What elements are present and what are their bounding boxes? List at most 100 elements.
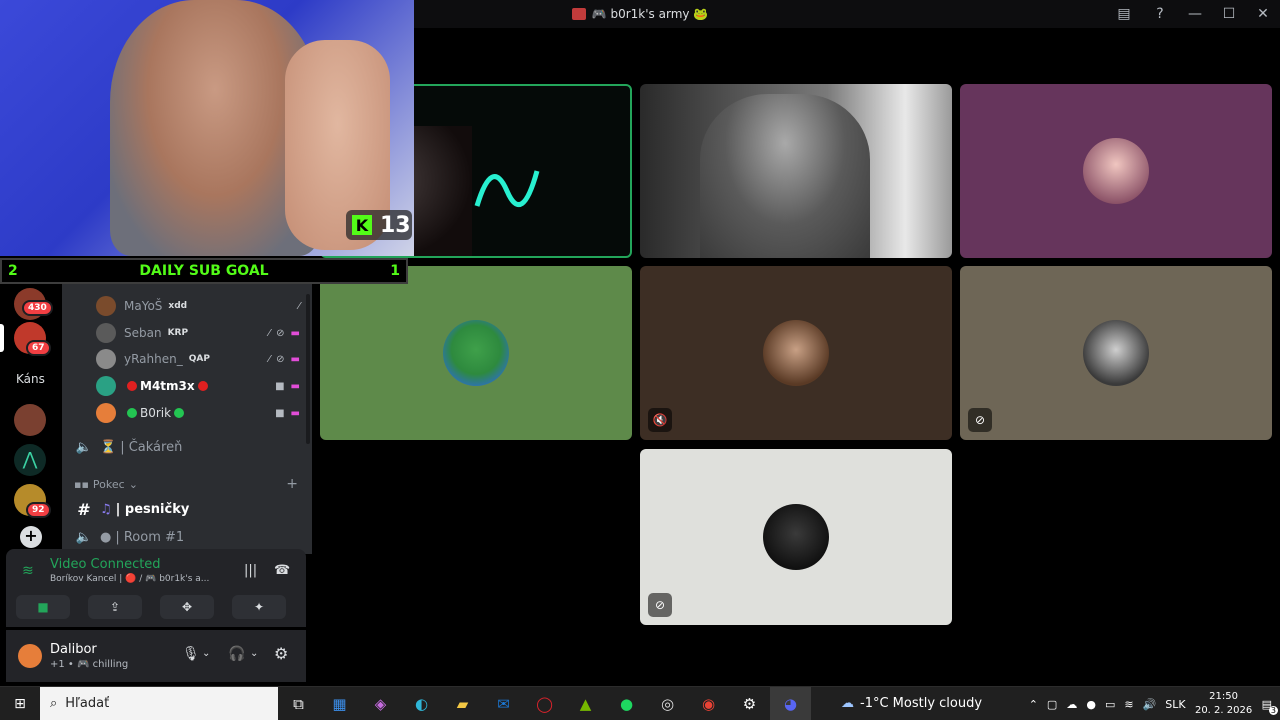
video-tile-7[interactable]: ⊘	[640, 449, 952, 625]
app-icon	[571, 8, 586, 20]
search-box[interactable]: ⌕ Hľadať	[40, 686, 278, 720]
nvidia-icon[interactable]: ▲	[565, 687, 606, 720]
chevron-down-icon[interactable]: ⌄	[250, 648, 258, 659]
neon-sign	[474, 170, 540, 207]
onedrive-icon[interactable]: ☁	[1066, 698, 1077, 711]
text-channel[interactable]: # ♫ | pesničky	[74, 497, 189, 521]
battery-icon[interactable]: ▭	[1105, 698, 1115, 711]
chevron-down-icon: ⌄	[128, 477, 138, 491]
connection-location[interactable]: Boríkov Kancel | 🔴 / 🎮 b0r1k's a...	[50, 574, 209, 584]
connection-status: Video Connected	[50, 557, 161, 572]
language-indicator[interactable]: SLK	[1165, 698, 1185, 711]
hash-icon: #	[77, 499, 91, 519]
voice-user[interactable]: yRahhen_ QAP ⁄ ⊘ ▬	[96, 347, 306, 371]
chevron-down-icon[interactable]: ⌄	[202, 648, 210, 659]
hourglass-icon: ⏳	[100, 439, 117, 455]
wifi-icon[interactable]: ≋	[1124, 698, 1133, 711]
chrome-icon[interactable]: ◉	[688, 687, 729, 720]
chevron-up-icon[interactable]: ⌃	[1029, 698, 1038, 711]
deafened-icon: ⊘	[276, 353, 285, 365]
close-button[interactable]: ✕	[1246, 6, 1280, 22]
store-icon[interactable]: ▦	[319, 687, 360, 720]
scrollbar[interactable]	[306, 294, 310, 444]
edge-icon[interactable]: ◐	[401, 687, 442, 720]
start-button[interactable]: ⊞	[0, 687, 40, 720]
clock[interactable]: 21:50 20. 2. 2026	[1195, 690, 1253, 718]
video-tile-3[interactable]	[960, 84, 1272, 258]
sub-goal-target: 1	[390, 263, 400, 279]
channel-name: | Čakáreň	[120, 439, 183, 455]
settings-icon[interactable]: ⚙	[274, 644, 288, 663]
copilot-icon[interactable]: ◈	[360, 687, 401, 720]
channel-list: MaYoŠ xdd ⁄ Seban KRP ⁄ ⊘ ▬ yRahhen_ QAP ⁄…	[62, 284, 312, 554]
minimize-button[interactable]: —	[1178, 6, 1212, 22]
help-icon[interactable]: ?	[1142, 6, 1178, 22]
obs-icon[interactable]: ◎	[647, 687, 688, 720]
voice-user[interactable]: MaYoŠ xdd ⁄	[96, 294, 306, 318]
video-tile-5[interactable]: 🔇	[640, 266, 952, 440]
muted-icon: ⁄	[268, 327, 271, 339]
opera-icon[interactable]: ◯	[524, 687, 565, 720]
sub-goal-label: DAILY SUB GOAL	[139, 263, 269, 279]
add-channel-icon[interactable]: +	[286, 476, 298, 492]
headphones-icon[interactable]: 🎧	[228, 646, 245, 662]
inbox-icon[interactable]: ▤	[1106, 6, 1142, 22]
disconnect-icon[interactable]: ☎	[274, 563, 290, 578]
weather-widget[interactable]: ☁ -1°C Mostly cloudy	[841, 696, 982, 711]
tray-app-icon[interactable]: ▢	[1047, 698, 1057, 711]
activity-icon: ▬	[290, 380, 300, 392]
file-explorer-icon[interactable]: ▰	[442, 687, 483, 720]
task-view-icon[interactable]: ⧉	[278, 687, 319, 720]
add-server-button[interactable]: +	[20, 526, 42, 548]
chat-bubble-icon: ●	[100, 529, 112, 545]
server-icon[interactable]	[14, 404, 46, 436]
camera-off-icon: ⊘	[648, 593, 672, 617]
voice-user[interactable]: M4tm3x ■ ▬	[96, 374, 306, 398]
pepe-avatar	[443, 320, 509, 386]
user-status: +1 • 🎮 chilling	[50, 659, 129, 670]
window-controls: ▤ ? — ☐ ✕	[1106, 0, 1280, 28]
video-tile-2[interactable]	[640, 84, 952, 258]
search-placeholder: Hľadať	[65, 696, 110, 711]
channel-name: | Room #1	[115, 529, 185, 545]
voice-user[interactable]: B0rik ■ ▬	[96, 401, 306, 425]
voice-channel[interactable]: 🔈 ⏳ | Čakáreň	[74, 435, 182, 459]
activities-button[interactable]: ✥	[160, 595, 214, 619]
search-icon: ⌕	[50, 696, 58, 711]
streamer-webcam: K 13	[0, 0, 414, 256]
maximize-button[interactable]: ☐	[1212, 6, 1246, 22]
user-avatar	[1083, 320, 1149, 386]
voice-user-name: MaYoŠ	[124, 299, 163, 313]
voice-user[interactable]: Seban KRP ⁄ ⊘ ▬	[96, 321, 306, 345]
avatar	[96, 403, 116, 423]
voice-channel[interactable]: 🔈 ● | Room #1	[74, 525, 184, 549]
outlook-icon[interactable]: ✉	[483, 687, 524, 720]
muted-icon: ⁄	[268, 353, 271, 365]
screenshare-button[interactable]: ⇪	[88, 595, 142, 619]
tray-app-icon[interactable]: ●	[1086, 698, 1096, 711]
user-tag: xdd	[168, 301, 188, 311]
video-tile-4[interactable]	[320, 266, 632, 440]
notifications-icon[interactable]: ▤ 3	[1262, 698, 1278, 715]
channel-category[interactable]: ▪▪ Pokec ⌄ +	[74, 472, 304, 496]
speaker-icon: 🔈	[75, 439, 93, 455]
settings-app-icon[interactable]: ⚙	[729, 687, 770, 720]
avatar[interactable]	[18, 644, 42, 668]
voice-connection-panel: ≋ Video Connected Boríkov Kancel | 🔴 / 🎮…	[6, 549, 306, 627]
video-tile-6[interactable]: ⊘	[960, 266, 1272, 440]
discord-icon[interactable]: ◕	[770, 686, 811, 720]
activity-icon: ▬	[290, 353, 300, 365]
microphone-icon[interactable]: 🎙	[182, 646, 200, 662]
server-badge: 67	[26, 340, 51, 356]
server-icon[interactable]: ⋀	[14, 444, 46, 476]
volume-icon[interactable]: 🔊	[1143, 698, 1157, 711]
muted-icon: 🔇	[648, 408, 672, 432]
camera-icon: ■	[37, 600, 49, 614]
system-tray: ⌃ ▢ ☁ ● ▭ ≋ 🔊 SLK 21:50 20. 2. 2026 ▤ 3	[1029, 687, 1280, 720]
spotify-icon[interactable]: ●	[606, 687, 647, 720]
server-folder-label[interactable]: Káns	[16, 372, 45, 386]
camera-button[interactable]: ■	[16, 595, 70, 619]
soundboard-button[interactable]: ✦	[232, 595, 286, 619]
noise-suppression-icon[interactable]: |||	[244, 563, 257, 578]
voice-user-name: B0rik	[140, 406, 172, 420]
